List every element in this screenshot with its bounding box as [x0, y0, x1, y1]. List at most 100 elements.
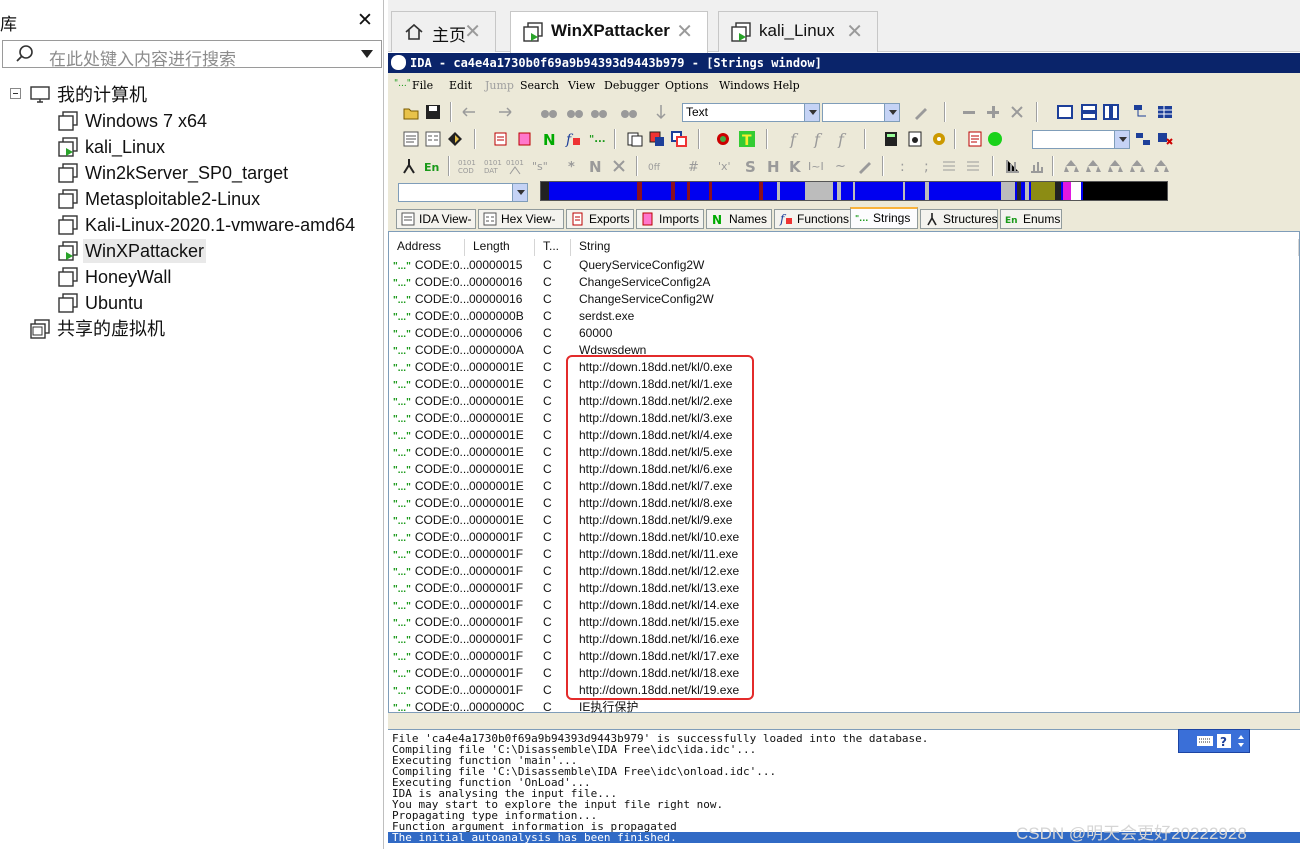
segments-icon[interactable]: [626, 130, 644, 148]
tree-collapse-toggle[interactable]: [10, 88, 21, 99]
menu-view[interactable]: View: [568, 79, 595, 92]
type-t-icon[interactable]: T: [738, 130, 756, 148]
table-row[interactable]: "..." CODE:0... 0000001E Chttp://down.18dd.…: [389, 427, 1300, 444]
view-tab-ida-view-a[interactable]: IDA View-A: [396, 209, 476, 244]
table-row[interactable]: "..." CODE:0... 0000001E Chttp://down.18dd.…: [389, 495, 1300, 512]
view-tab-hex-view-a[interactable]: Hex View-A: [478, 209, 564, 244]
text-view-icon[interactable]: [402, 130, 420, 148]
hex-view-icon[interactable]: [424, 130, 442, 148]
func-end-icon[interactable]: f: [834, 130, 852, 148]
chevron-down-icon[interactable]: [884, 104, 899, 121]
offset-icon[interactable]: 0ff: [648, 157, 666, 175]
chevron-down-icon[interactable]: [512, 184, 527, 201]
manual-edit-icon[interactable]: [856, 157, 874, 175]
diamond-icon[interactable]: [446, 130, 464, 148]
pen-icon[interactable]: [912, 103, 930, 121]
column-header-2[interactable]: T...: [535, 239, 571, 256]
data-icon[interactable]: 0101DAT: [484, 157, 502, 175]
table-row[interactable]: "..." CODE:0... 0000001E Chttp://down.18dd.…: [389, 444, 1300, 461]
window-cascade-icon[interactable]: [1056, 103, 1074, 121]
binoculars-text-icon[interactable]: [590, 103, 608, 121]
graph-icon[interactable]: [1132, 103, 1150, 121]
table-row[interactable]: "..." CODE:0... 0000000B Cserdst.exe: [389, 308, 1300, 325]
table-row[interactable]: "..." CODE:0... 00000015 C QueryServiceConfi…: [389, 257, 1300, 274]
column-header-1[interactable]: Length: [465, 239, 535, 256]
functions-icon[interactable]: f: [564, 130, 582, 148]
array-icon[interactable]: *: [564, 157, 582, 175]
vm-tab[interactable]: WinXPattacker ✕: [510, 11, 708, 53]
debugger-combo[interactable]: [1032, 130, 1130, 149]
struct-var-icon[interactable]: 0101: [506, 157, 524, 175]
table-row[interactable]: "..." CODE:0... 00000016 C ChangeServiceConf…: [389, 291, 1300, 308]
segment-registers-icon[interactable]: [648, 130, 666, 148]
table-row[interactable]: "..." CODE:0... 0000001F Chttp://down.18dd.…: [389, 563, 1300, 580]
table-row[interactable]: "..." CODE:0... 0000001E Chttp://down.18dd.…: [389, 478, 1300, 495]
breakpoint-icon[interactable]: [714, 130, 732, 148]
column-header-0[interactable]: Address: [389, 239, 465, 256]
process-icon[interactable]: [1134, 130, 1152, 148]
anterior-lines-icon[interactable]: [940, 157, 958, 175]
library-search-input[interactable]: 在此处键入内容进行搜索: [2, 40, 382, 69]
plus-icon[interactable]: [984, 103, 1002, 121]
menu-edit[interactable]: Edit: [449, 79, 472, 92]
undefine-n-icon[interactable]: N: [586, 157, 604, 175]
navigation-band[interactable]: [540, 181, 1168, 201]
table-row[interactable]: "..." CODE:0... 0000001E Chttp://down.18dd.…: [389, 512, 1300, 529]
bitwise-icon[interactable]: I~I: [808, 157, 826, 175]
table-row[interactable]: "..." CODE:0... 0000001F Chttp://down.18dd.…: [389, 614, 1300, 631]
table-row[interactable]: "..." CODE:0... 0000001F Chttp://down.18dd.…: [389, 597, 1300, 614]
view-tab-enums[interactable]: En Enums: [1000, 209, 1062, 229]
save-icon[interactable]: [424, 103, 442, 121]
chevron-down-icon[interactable]: [804, 104, 819, 121]
chevron-down-icon[interactable]: [361, 50, 373, 58]
window-tile-h-icon[interactable]: [1080, 103, 1098, 121]
char-x-icon[interactable]: 'x': [718, 157, 736, 175]
menu-search[interactable]: Search: [520, 79, 559, 92]
xref-from-icon[interactable]: [1106, 157, 1124, 175]
enums-en-icon[interactable]: En: [424, 157, 442, 175]
chart-icon[interactable]: [1028, 157, 1046, 175]
menu-options[interactable]: Options: [665, 79, 708, 92]
tree-graph-icon[interactable]: [1062, 157, 1080, 175]
code-icon[interactable]: 0101COD: [458, 157, 476, 175]
secondary-combo[interactable]: [822, 103, 900, 122]
text-search-combo[interactable]: Text: [682, 103, 820, 122]
segment-s-icon[interactable]: S: [742, 157, 760, 175]
menu-debugger[interactable]: Debugger: [604, 79, 659, 92]
func-chunk-icon[interactable]: f: [810, 130, 828, 148]
table-row[interactable]: "..." CODE:0... 0000000C C IE执行保护: [389, 699, 1300, 716]
call-graph-icon[interactable]: [1152, 157, 1170, 175]
enum-h-icon[interactable]: H: [764, 157, 782, 175]
delete-x-icon[interactable]: [1008, 103, 1026, 121]
string-literal-icon[interactable]: "s": [532, 157, 550, 175]
close-icon[interactable]: ✕: [464, 19, 481, 44]
help-icon[interactable]: ?: [1217, 734, 1231, 748]
exports-icon[interactable]: [492, 130, 510, 148]
open-icon[interactable]: [402, 103, 420, 121]
menu-windows[interactable]: Windows: [719, 79, 769, 92]
chevron-down-icon[interactable]: [1114, 131, 1129, 148]
selectors-icon[interactable]: [670, 130, 688, 148]
table-row[interactable]: "..." CODE:0... 0000001F Chttp://down.18dd.…: [389, 529, 1300, 546]
table-row[interactable]: "..." CODE:0... 0000001F Chttp://down.18dd.…: [389, 682, 1300, 699]
run-green-icon[interactable]: [986, 130, 1004, 148]
user-xref-icon[interactable]: [1128, 157, 1146, 175]
names-icon[interactable]: N: [540, 130, 558, 148]
xref-to-icon[interactable]: [1084, 157, 1102, 175]
flow-chart-icon[interactable]: [1004, 157, 1022, 175]
table-row[interactable]: "..." CODE:0... 0000000A C Wdswsdewn: [389, 342, 1300, 359]
struct-run-icon[interactable]: [400, 157, 418, 175]
library-close-icon[interactable]: ✕: [357, 9, 373, 32]
gear-icon[interactable]: [930, 130, 948, 148]
binoculars-icon[interactable]: [540, 103, 558, 121]
table-row[interactable]: "..." CODE:0... 0000001F Chttp://down.18dd.…: [389, 648, 1300, 665]
view-tab-imports[interactable]: Imports: [636, 209, 704, 229]
column-header-3[interactable]: String: [571, 239, 1299, 256]
repeatable-comment-icon[interactable]: ;: [918, 157, 936, 175]
problems-icon[interactable]: [906, 130, 924, 148]
menu-help[interactable]: Help: [773, 79, 800, 92]
posterior-lines-icon[interactable]: [964, 157, 982, 175]
table-row[interactable]: "..." CODE:0... 0000001F Chttp://down.18dd.…: [389, 580, 1300, 597]
view-tab-structures[interactable]: Structures: [920, 209, 998, 229]
window-tile-v-icon[interactable]: [1102, 103, 1120, 121]
